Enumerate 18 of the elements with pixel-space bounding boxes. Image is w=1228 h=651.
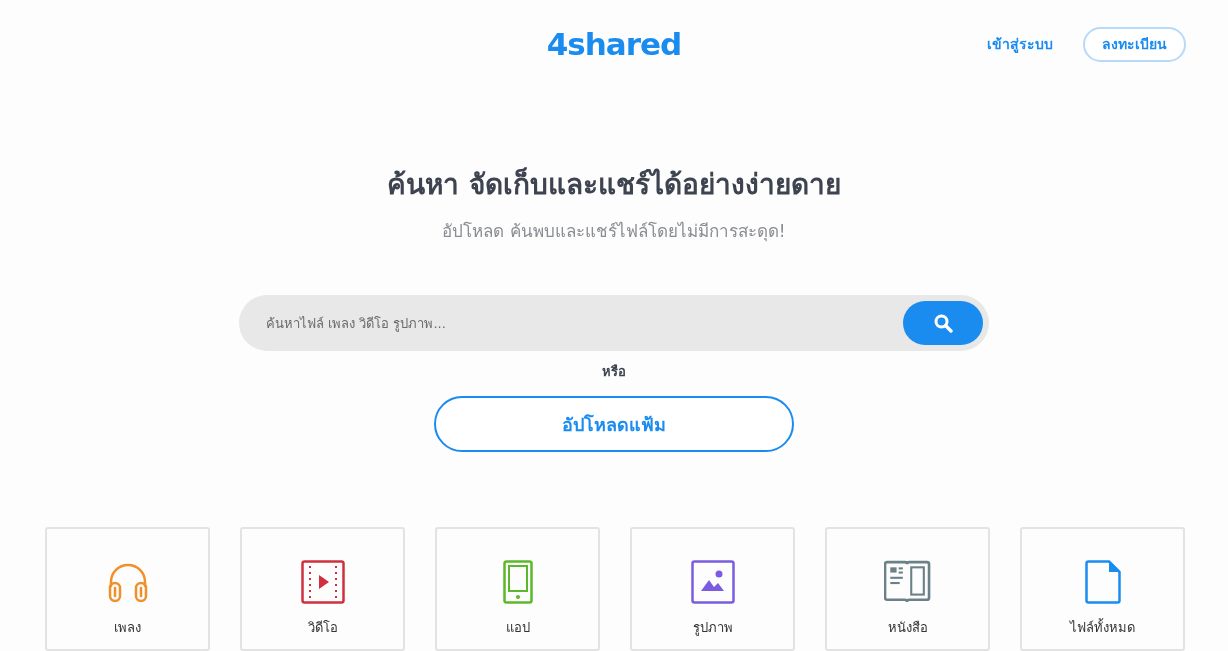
category-label: รูปภาพ (692, 619, 733, 637)
category-label: แอป (505, 619, 530, 637)
search-button[interactable] (903, 301, 983, 345)
hero-subtitle: อัปโหลด ค้นพบและแชร์ไฟล์โดยไม่มีการสะดุด! (442, 220, 786, 243)
category-label: เพลง (114, 619, 141, 637)
search-field[interactable]: ค้นหาไฟล์ เพลง วิดีโอ รูปภาพ... (239, 295, 989, 351)
category-card[interactable]: หนังสือ (825, 527, 990, 651)
hero-title: ค้นหา จัดเก็บและแชร์ได้อย่างง่ายดาย (387, 167, 841, 203)
category-card[interactable]: ไฟล์ทั้งหมด (1020, 527, 1185, 651)
category-card[interactable]: วิดีโอ (240, 527, 405, 651)
category-label: วิดีโอ (307, 619, 338, 637)
category-card[interactable]: เพลง (45, 527, 210, 651)
category-label: ไฟล์ทั้งหมด (1070, 619, 1135, 637)
search-icon (933, 313, 953, 333)
or-label: หรือ (602, 363, 626, 381)
category-card[interactable]: รูปภาพ (630, 527, 795, 651)
category-label: หนังสือ (887, 619, 928, 637)
category-card[interactable]: แอป (435, 527, 600, 651)
